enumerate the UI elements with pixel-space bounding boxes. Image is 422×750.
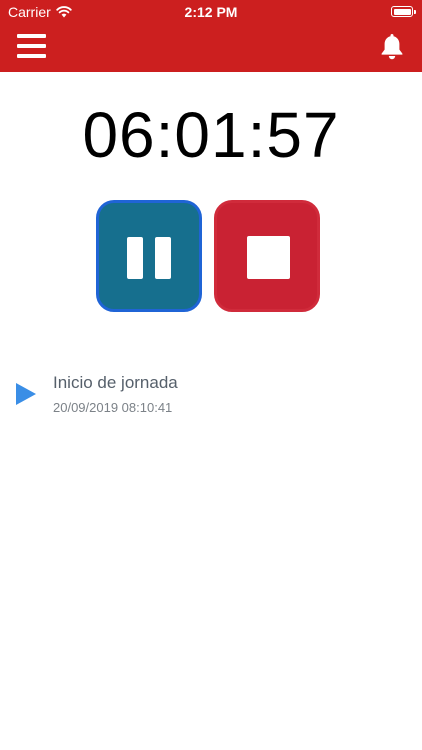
- stop-icon: [247, 236, 290, 279]
- stop-button[interactable]: [214, 200, 320, 312]
- event-timestamp: 20/09/2019 08:10:41: [53, 400, 173, 415]
- pause-icon: [127, 237, 143, 279]
- bell-icon[interactable]: [377, 31, 407, 61]
- list-item[interactable]: Inicio de jornada 20/09/2019 08:10:41: [0, 364, 422, 428]
- pause-button[interactable]: [96, 200, 202, 312]
- status-bar: Carrier 2:12 PM: [0, 0, 422, 24]
- pause-icon: [155, 237, 171, 279]
- play-icon: [16, 383, 36, 405]
- event-title: Inicio de jornada: [53, 373, 178, 392]
- hamburger-menu-icon[interactable]: [17, 34, 46, 60]
- status-time: 2:12 PM: [184, 4, 238, 20]
- app-screen: Carrier 2:12 PM 06:01:57 Inicio de jorna…: [0, 0, 422, 750]
- battery-icon: [391, 6, 416, 17]
- top-bar: Carrier 2:12 PM: [0, 0, 422, 72]
- elapsed-timer: 06:01:57: [82, 99, 340, 171]
